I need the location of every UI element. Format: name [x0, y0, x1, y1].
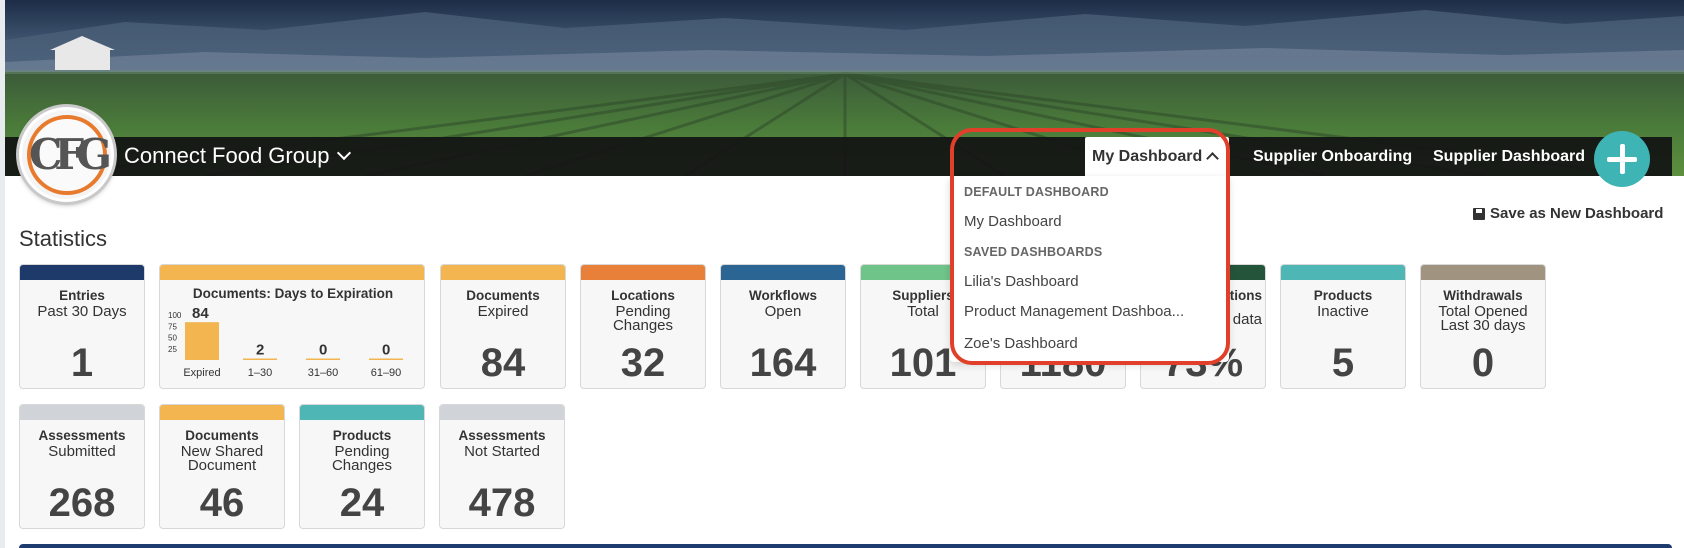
stat-card-documents-expired[interactable]: Documents Expired 84: [440, 264, 566, 389]
card-value: 24: [339, 481, 385, 525]
card-color-bar: [300, 405, 424, 420]
left-strip: [0, 0, 5, 548]
dropdown-header-saved: SAVED DASHBOARDS: [964, 245, 1103, 259]
expiration-chart: Documents: Days to Expiration 100 75 50 25 8…: [160, 280, 424, 388]
add-button[interactable]: [1594, 131, 1650, 187]
card-title: Products: [1313, 288, 1373, 303]
card-color-bar: [440, 405, 564, 420]
stat-card-locations[interactable]: Locations Pending Changes 32: [580, 264, 706, 389]
card-title: Documents: [185, 428, 259, 443]
card-color-bar: [160, 405, 284, 420]
card-title: Withdrawals: [1443, 288, 1523, 303]
card-title: Documents: [466, 288, 540, 303]
card-subtitle: Expired: [477, 303, 529, 320]
company-name: Connect Food Group: [124, 143, 330, 168]
chevron-up-icon: [1206, 152, 1219, 165]
y-tick-label: 100: [168, 311, 182, 320]
x-tick-label: 1–30: [248, 367, 272, 379]
bottom-panel-header: [19, 544, 1672, 548]
chevron-down-icon: [337, 145, 352, 161]
card-color-bar: [581, 265, 705, 280]
bar-2: [306, 358, 340, 360]
stat-card-entries[interactable]: Entries Past 30 Days 1: [19, 264, 145, 389]
card-title: Assessments: [38, 428, 126, 443]
dropdown-item-product-management-dashboard[interactable]: Product Management Dashboa...: [964, 303, 1184, 320]
dropdown-header-default: DEFAULT DASHBOARD: [964, 185, 1109, 199]
save-dashboard-label: Save as New Dashboard: [1490, 205, 1664, 222]
dropdown-item-my-dashboard[interactable]: My Dashboard: [964, 213, 1062, 230]
x-tick-label: 61–90: [371, 367, 402, 379]
dashboard-dropdown-menu: DEFAULT DASHBOARD My Dashboard SAVED DAS…: [950, 176, 1229, 362]
company-selector[interactable]: Connect Food Group: [124, 143, 352, 169]
logo-text: CFG: [28, 130, 112, 179]
stat-card-products-inactive[interactable]: Products Inactive 5: [1280, 264, 1406, 389]
save-icon: [1473, 207, 1485, 220]
card-title: Locations: [611, 288, 675, 303]
nav-my-dashboard[interactable]: My Dashboard: [1085, 137, 1229, 178]
y-tick-label: 25: [168, 345, 177, 354]
card-value: 46: [199, 481, 245, 525]
company-logo[interactable]: CFG: [19, 107, 114, 202]
card-title: Products: [332, 428, 392, 443]
card-value: 5: [1331, 341, 1355, 385]
card-color-bar: [721, 265, 845, 280]
nav-my-dashboard-label: My Dashboard: [1092, 148, 1203, 165]
card-title: Workflows: [748, 288, 817, 303]
dropdown-item-zoes-dashboard[interactable]: Zoe's Dashboard: [964, 335, 1078, 352]
card-value: 478: [468, 481, 536, 525]
card-color-bar: [1281, 265, 1405, 280]
stat-card-assessments-submitted[interactable]: Assessments Submitted 268: [19, 404, 145, 529]
card-color-bar: [160, 265, 424, 280]
card-subtitle: Pending Changes: [331, 443, 393, 474]
card-title: Entries: [59, 288, 105, 303]
card-value: 0: [1471, 341, 1495, 385]
card-subtitle: Submitted: [48, 443, 116, 460]
bar-value-label: 84: [192, 305, 209, 322]
stat-card-products-pending[interactable]: Products Pending Changes 24: [299, 404, 425, 529]
card-title: Assessments: [458, 428, 546, 443]
y-tick-label: 75: [168, 322, 177, 331]
card-value: 84: [480, 341, 526, 385]
card-subtitle: New Shared Document: [180, 443, 264, 474]
bar-1: [243, 358, 277, 360]
card-value: 1: [70, 341, 94, 385]
card-color-bar: [441, 265, 565, 280]
card-subtitle: Total Opened Last 30 days: [1438, 303, 1528, 334]
card-subtitle: Pending Changes: [612, 303, 674, 334]
dropdown-item-lilias-dashboard[interactable]: Lilia's Dashboard: [964, 273, 1079, 290]
card-subtitle: Past 30 Days: [37, 303, 127, 320]
card-value: 268: [48, 481, 116, 525]
nav-supplier-onboarding[interactable]: Supplier Onboarding: [1253, 137, 1412, 176]
bar-value-label: 0: [319, 342, 327, 359]
card-subtitle: Not Started: [464, 443, 540, 460]
nav-supplier-dashboard[interactable]: Supplier Dashboard: [1433, 137, 1585, 176]
y-tick-label: 50: [168, 334, 177, 343]
stat-card-documents-shared[interactable]: Documents New Shared Document 46: [159, 404, 285, 529]
page-title: Statistics: [19, 226, 108, 251]
stat-card-withdrawals[interactable]: Withdrawals Total Opened Last 30 days 0: [1420, 264, 1546, 389]
page: CFG Connect Food Group My Dashboard Supp…: [0, 0, 1684, 548]
plus-icon-vertical: [1619, 144, 1625, 174]
bar-value-label: 2: [256, 342, 264, 359]
logo-ring: CFG: [26, 114, 112, 195]
stat-card-workflows[interactable]: Workflows Open 164: [720, 264, 846, 389]
bar-3: [369, 358, 403, 360]
stat-card-assessments-not-started[interactable]: Assessments Not Started 478: [439, 404, 565, 529]
card-color-bar: [20, 265, 144, 280]
card-color-bar: [20, 405, 144, 420]
x-tick-label: 31–60: [308, 367, 339, 379]
bar-value-label: 0: [382, 342, 390, 359]
expiration-chart-svg: 100 75 50 25 84 Expired 2 1–30 0 31–60 0 61–90: [168, 305, 403, 379]
card-value: 32: [620, 341, 666, 385]
save-dashboard-button[interactable]: Save as New Dashboard: [1473, 205, 1663, 222]
bar-0: [185, 322, 219, 360]
expiration-widget[interactable]: Documents: Days to Expiration 100 75 50 25 8…: [159, 264, 425, 389]
card-subtitle: Open: [764, 303, 802, 320]
card-subtitle: Inactive: [1317, 303, 1369, 320]
card-value: 164: [749, 341, 817, 385]
x-tick-label: Expired: [183, 367, 220, 379]
card-color-bar: [1421, 265, 1545, 280]
